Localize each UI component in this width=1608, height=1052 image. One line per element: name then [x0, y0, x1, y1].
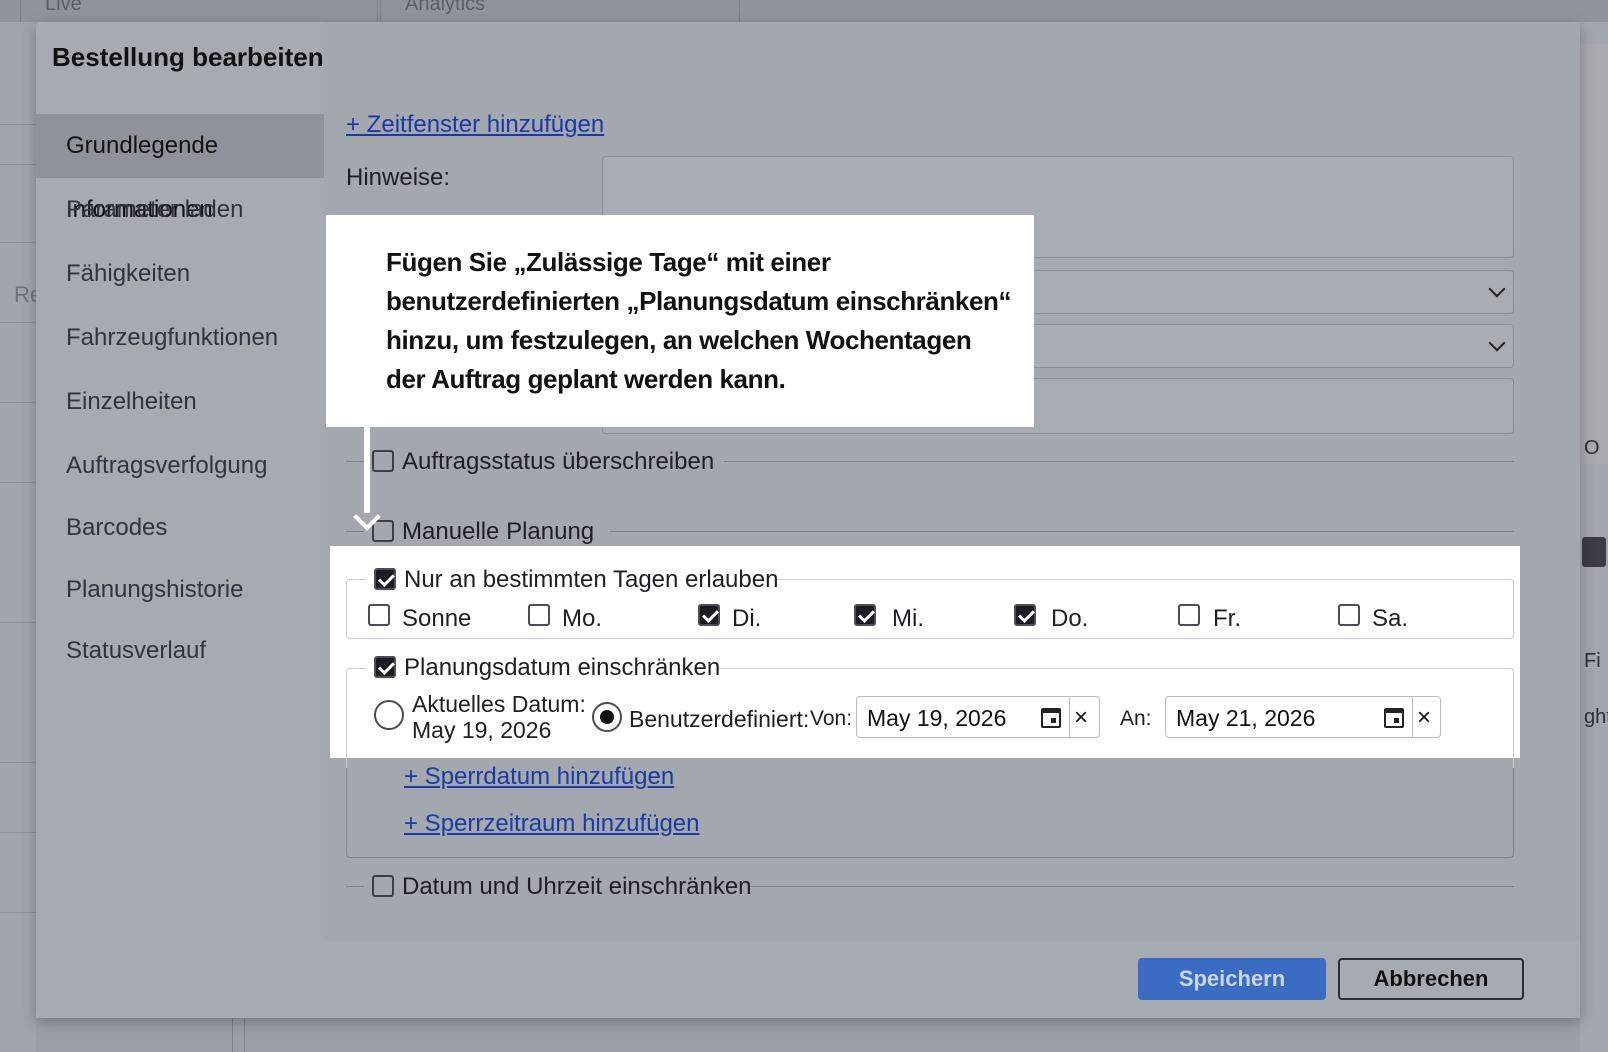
modal-content: + Zeitfenster hinzufügen Hinweise: Auftr…: [324, 22, 1580, 942]
notes-label: Hinweise:: [346, 164, 451, 191]
background-topbar: Live Analytics: [0, 0, 1608, 22]
day-checkbox-wed[interactable]: [854, 604, 876, 626]
background-star-icon: [1582, 537, 1606, 567]
sidebar-item-planning-history[interactable]: Planungshistorie: [36, 558, 324, 622]
fieldset-line: [346, 531, 364, 532]
save-button[interactable]: Speichern: [1138, 958, 1326, 1000]
background-right-text: ght: [1584, 706, 1608, 728]
current-date-radio[interactable]: [374, 700, 404, 730]
day-checkbox-mon[interactable]: [528, 604, 550, 626]
day-checkbox-fri[interactable]: [1178, 604, 1200, 626]
to-date-value: May 21, 2026: [1176, 705, 1316, 731]
modal-footer: Speichern Abbrechen: [36, 942, 1580, 1018]
modal-sidebar: Grundlegende Informationen Parameter lad…: [36, 114, 324, 680]
manual-planning-label: Manuelle Planung: [402, 518, 595, 545]
day-label-sun: Sonne: [402, 605, 472, 632]
to-label: An:: [1120, 707, 1152, 730]
from-date-value: May 19, 2026: [867, 705, 1007, 731]
callout-arrow-shaft: [364, 427, 370, 513]
background-divider: [0, 832, 36, 833]
background-divider: [0, 124, 36, 125]
day-checkbox-sun[interactable]: [368, 604, 390, 626]
sidebar-item-vehicle-features[interactable]: Fahrzeugfunktionen: [36, 306, 324, 370]
current-date-label: Aktuelles Datum:: [412, 691, 586, 717]
to-date-input[interactable]: May 21, 2026 ×: [1165, 696, 1441, 738]
edit-order-modal: Bestellung bearbeiten Grundlegende Infor…: [36, 22, 1580, 1018]
input-separator: [1069, 697, 1070, 737]
chevron-down-icon: [1488, 334, 1506, 352]
background-divider: [0, 482, 36, 483]
from-date-input[interactable]: May 19, 2026 ×: [856, 696, 1100, 738]
background-divider: [0, 322, 36, 323]
custom-date-label: Benutzerdefiniert:: [629, 706, 810, 732]
clear-icon[interactable]: ×: [1417, 704, 1431, 732]
input-separator: [1412, 697, 1413, 737]
sidebar-item-order-tracking[interactable]: Auftragsverfolgung: [36, 434, 324, 498]
restrict-date-checkbox[interactable]: [374, 656, 396, 678]
restrict-datetime-checkbox[interactable]: [372, 875, 394, 897]
background-tab-analytics: Analytics: [380, 0, 740, 22]
sidebar-item-skills[interactable]: Fähigkeiten: [36, 242, 324, 306]
background-tab-live: Live: [20, 0, 378, 22]
background-right-panel: O Fi ght: [1580, 22, 1608, 1052]
background-tab-live-label: Live: [45, 0, 82, 15]
day-checkbox-tue[interactable]: [698, 604, 720, 626]
callout-text: Fügen Sie „Zulässige Tage“ mit einer ben…: [386, 247, 1012, 394]
restrict-date-label: Planungsdatum einschränken: [404, 654, 721, 681]
clear-icon[interactable]: ×: [1074, 704, 1088, 732]
restrict-datetime-label: Datum und Uhrzeit einschränken: [402, 873, 752, 900]
day-label-mon: Mo.: [562, 605, 603, 632]
fieldset-line: [750, 886, 1514, 887]
background-divider: [0, 912, 36, 913]
day-label-tue: Di.: [732, 605, 762, 632]
manual-planning-checkbox[interactable]: [372, 520, 394, 542]
background-tab-analytics-label: Analytics: [405, 0, 486, 15]
day-label-wed: Mi.: [892, 605, 924, 632]
background-divider: [0, 622, 36, 623]
background-left-panel: Re: [0, 22, 42, 1052]
sidebar-item-status-history[interactable]: Statusverlauf: [36, 622, 324, 680]
sidebar-item-details[interactable]: Einzelheiten: [36, 370, 324, 434]
fieldset-line: [610, 531, 1514, 532]
background-divider: [0, 242, 36, 243]
calendar-icon[interactable]: [1384, 708, 1404, 728]
calendar-icon[interactable]: [1041, 708, 1061, 728]
allowed-days-label: Nur an bestimmten Tagen erlauben: [404, 566, 779, 593]
background-divider: [0, 164, 36, 165]
background-divider: [0, 762, 36, 763]
fieldset-line: [346, 461, 364, 462]
add-timewindow-link[interactable]: + Zeitfenster hinzufügen: [346, 111, 604, 139]
sidebar-item-basic-info[interactable]: Grundlegende Informationen: [36, 114, 324, 223]
sidebar-item-load-parameters[interactable]: Parameter laden: [36, 178, 324, 242]
from-label: Von:: [810, 707, 853, 730]
day-checkbox-thu[interactable]: [1014, 604, 1036, 626]
tutorial-callout: Fügen Sie „Zulässige Tage“ mit einer ben…: [326, 215, 1034, 427]
override-status-checkbox[interactable]: [372, 450, 394, 472]
highlighted-panel: Nur an bestimmten Tagen erlauben Sonne M…: [330, 546, 1520, 768]
day-label-thu: Do.: [1051, 605, 1089, 632]
override-status-label: Auftragsstatus überschreiben: [402, 448, 715, 475]
modal-title: Bestellung bearbeiten: [52, 42, 324, 72]
background-right-text: Fi: [1584, 650, 1601, 672]
background-divider: [0, 402, 36, 403]
background-map: [1580, 44, 1608, 464]
fieldset-line: [724, 461, 1514, 462]
chevron-down-icon: [1488, 280, 1506, 298]
allowed-days-checkbox[interactable]: [374, 568, 396, 590]
add-blackout-period-link[interactable]: + Sperrzeitraum hinzufügen: [404, 810, 700, 838]
sidebar-item-barcodes[interactable]: Barcodes: [36, 498, 324, 558]
day-label-fri: Fr.: [1213, 605, 1241, 632]
current-date-value: May 19, 2026: [412, 717, 552, 743]
cancel-button[interactable]: Abbrechen: [1338, 958, 1524, 1000]
day-label-sat: Sa.: [1372, 605, 1409, 632]
day-checkbox-sat[interactable]: [1338, 604, 1360, 626]
background-right-text: O: [1584, 437, 1600, 459]
fieldset-line: [346, 886, 364, 887]
custom-date-radio[interactable]: [592, 702, 622, 732]
